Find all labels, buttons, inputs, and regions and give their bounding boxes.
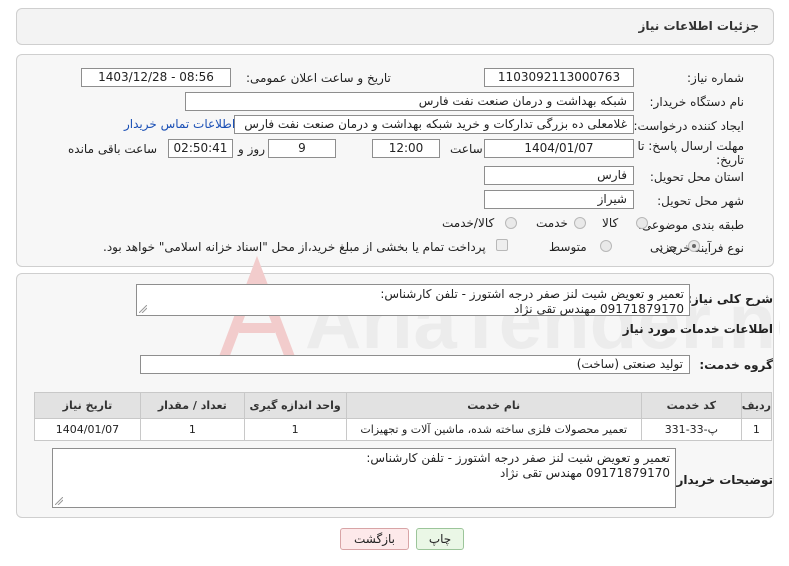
cell-row-number: 1 xyxy=(740,418,773,441)
city-field: شیراز xyxy=(484,190,634,209)
process-medium-radio[interactable] xyxy=(600,240,612,252)
buyer-org-label: نام دستگاه خریدار: xyxy=(649,95,745,109)
col-service-name: نام خدمت xyxy=(345,392,642,419)
remaining-time-label: ساعت باقی مانده xyxy=(68,142,158,156)
province-label: استان محل تحویل: xyxy=(649,170,744,184)
buyer-org-field: شبکه بهداشت و درمان صنعت نفت فارس xyxy=(185,92,634,111)
table-header-row: ردیف کد خدمت نام خدمت واحد اندازه گیری ت… xyxy=(34,392,773,419)
treasury-note: پرداخت تمام یا بخشی از مبلغ خرید،از محل … xyxy=(103,240,486,254)
cell-need-date: 1404/01/07 xyxy=(34,418,141,441)
cell-unit: 1 xyxy=(243,418,347,441)
service-group-label: گروه خدمت: xyxy=(699,358,773,372)
province-field: فارس xyxy=(484,166,634,185)
table-row: 1 پ-33-331 تعمیر محصولات فلزی ساخته شده،… xyxy=(34,418,773,441)
header-bar: جزئیات اطلاعات نیاز xyxy=(16,8,774,45)
deadline-label: مهلت ارسال پاسخ: تا xyxy=(637,139,744,153)
treasury-checkbox[interactable] xyxy=(496,239,508,251)
creator-label: ایجاد کننده درخواست: xyxy=(633,119,744,133)
creator-field: غلامعلی ده بزرگی تدارکات و خرید شبکه بهد… xyxy=(234,115,634,134)
summary-line-1: تعمیر و تعویض شیت لنز صفر درجه اشتورز - … xyxy=(380,287,684,301)
summary-label: شرح کلی نیاز: xyxy=(687,292,773,306)
col-row-number: ردیف xyxy=(740,392,773,419)
cell-service-code: پ-33-331 xyxy=(640,418,742,441)
need-number-label: شماره نیاز: xyxy=(687,71,744,85)
service-group-field: تولید صنعتی (ساخت) xyxy=(140,355,690,374)
page-title: جزئیات اطلاعات نیاز xyxy=(638,19,759,33)
resize-handle-icon[interactable] xyxy=(55,497,63,505)
cell-service-name: تعمیر محصولات فلزی ساخته شده، ماشین آلات… xyxy=(345,418,642,441)
services-section-title: اطلاعات خدمات مورد نیاز xyxy=(622,322,773,336)
deadline-time-label: ساعت xyxy=(450,142,483,156)
remaining-time-field: 02:50:41 xyxy=(168,139,233,158)
deadline-time-field: 12:00 xyxy=(372,139,440,158)
summary-textarea: تعمیر و تعویض شیت لنز صفر درجه اشتورز - … xyxy=(136,284,690,316)
process-medium-label: متوسط xyxy=(549,240,587,254)
summary-line-2: 09171879170 مهندس تقی نژاد xyxy=(513,302,684,316)
process-minor-radio[interactable] xyxy=(688,240,700,252)
category-label: طبقه بندی موضوعی: xyxy=(637,218,744,232)
days-label: روز و xyxy=(238,142,265,156)
services-table: ردیف کد خدمت نام خدمت واحد اندازه گیری ت… xyxy=(34,392,773,441)
category-goods-label: کالا xyxy=(602,216,619,230)
buyer-notes-line-1: تعمیر و تعویض شیت لنز صفر درجه اشتورز - … xyxy=(366,451,670,465)
announce-date-label: تاریخ و ساعت اعلان عمومی: xyxy=(246,71,391,85)
buyer-contact-link[interactable]: اطلاعات تماس خریدار xyxy=(124,117,235,131)
col-service-code: کد خدمت xyxy=(640,392,742,419)
need-number-field: 1103092113000763 xyxy=(484,68,634,87)
deadline-date-field: 1404/01/07 xyxy=(484,139,634,158)
days-remaining-field: 9 xyxy=(268,139,336,158)
buyer-notes-textarea: تعمیر و تعویض شیت لنز صفر درجه اشتورز - … xyxy=(52,448,676,508)
col-quantity: تعداد / مقدار xyxy=(139,392,245,419)
city-label: شهر محل تحویل: xyxy=(657,194,744,208)
back-button[interactable]: بازگشت xyxy=(340,528,409,550)
category-goods-radio[interactable] xyxy=(636,217,648,229)
category-service-radio[interactable] xyxy=(574,217,586,229)
col-unit: واحد اندازه گیری xyxy=(243,392,347,419)
print-button[interactable]: چاپ xyxy=(416,528,464,550)
resize-handle-icon[interactable] xyxy=(139,305,147,313)
announce-date-field: 1403/12/28 - 08:56 xyxy=(81,68,231,87)
category-goods-service-radio[interactable] xyxy=(505,217,517,229)
category-goods-service-label: کالا/خدمت xyxy=(442,216,495,230)
process-minor-label: جزیی xyxy=(650,240,678,254)
buyer-notes-label: توضیحات خریدار: xyxy=(671,473,773,487)
category-service-label: خدمت xyxy=(536,216,568,230)
buyer-notes-line-2: 09171879170 مهندس تقی نژاد xyxy=(499,466,670,480)
col-need-date: تاریخ نیاز xyxy=(34,392,141,419)
deadline-date-label: تاریخ: xyxy=(716,153,744,167)
cell-quantity: 1 xyxy=(139,418,245,441)
